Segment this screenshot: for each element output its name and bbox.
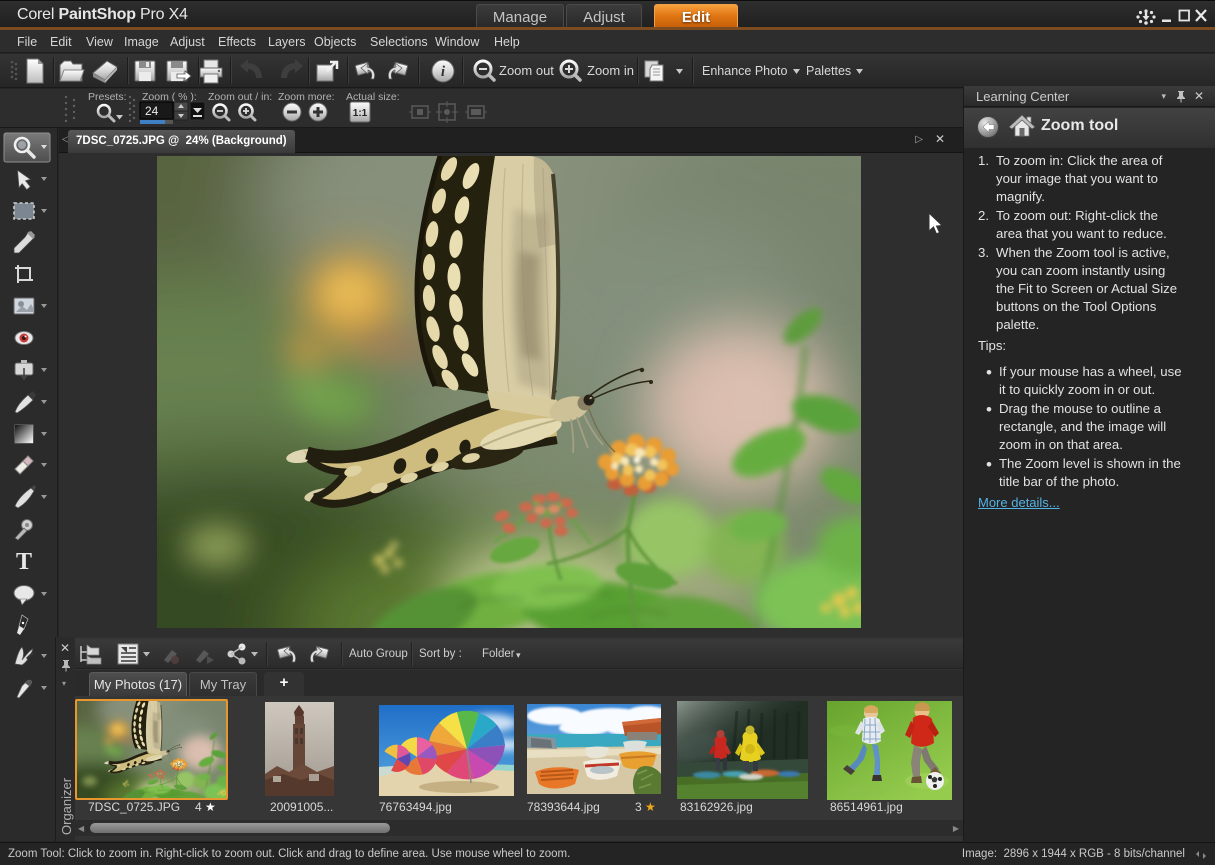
svg-text:Zoom out / in:: Zoom out / in: <box>208 91 272 103</box>
svg-text:Palettes: Palettes <box>806 64 851 78</box>
svg-text:Presets:: Presets: <box>88 91 127 103</box>
svg-text:Zoom more:: Zoom more: <box>278 91 335 103</box>
svg-text:Actual size:: Actual size: <box>346 91 400 103</box>
svg-text:Zoom ( % ):: Zoom ( % ): <box>142 91 197 103</box>
svg-text:24: 24 <box>145 104 159 118</box>
svg-text:1:1: 1:1 <box>353 108 368 119</box>
svg-text:T: T <box>16 549 32 575</box>
svg-text:Zoom out: Zoom out <box>499 63 554 78</box>
svg-text:Enhance Photo: Enhance Photo <box>702 64 788 78</box>
svg-text:Zoom in: Zoom in <box>587 63 634 78</box>
